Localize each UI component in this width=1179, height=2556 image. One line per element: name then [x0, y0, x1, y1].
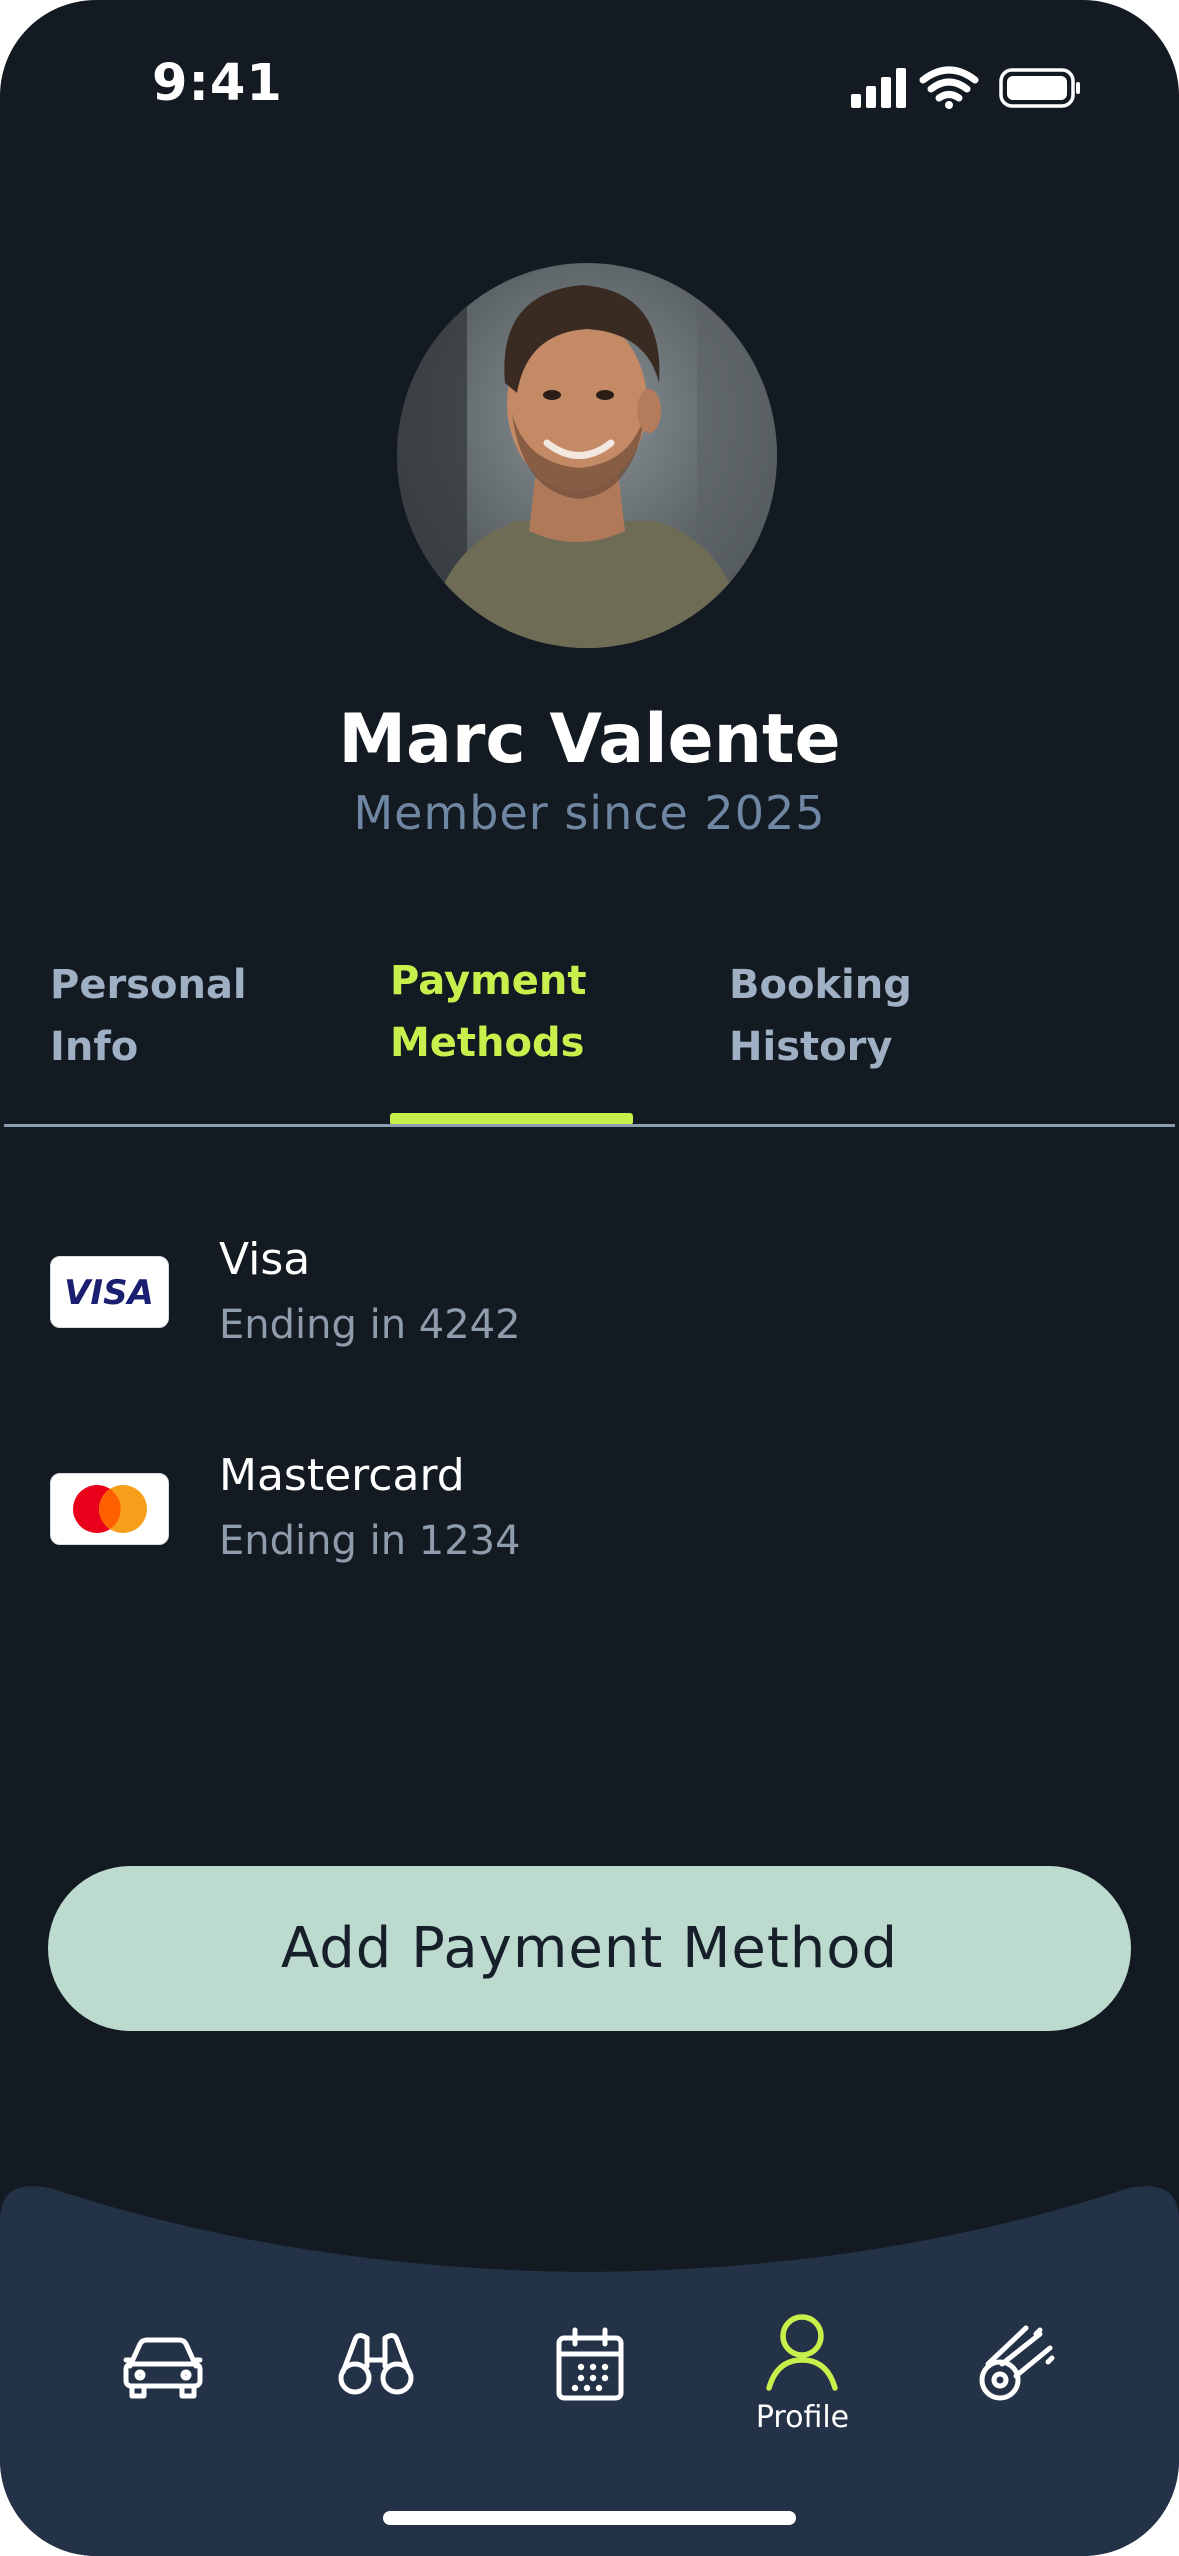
avatar — [397, 263, 777, 648]
battery-icon — [999, 68, 1080, 108]
status-time: 9:41 — [152, 54, 283, 113]
tab-label-line1: Booking — [729, 962, 912, 1008]
status-bar: 9:41 — [0, 0, 1179, 170]
tab-label-line1: Payment — [390, 958, 587, 1004]
wifi-icon — [919, 66, 979, 109]
tab-label-line2: History — [729, 1024, 893, 1070]
mastercard-logo — [50, 1473, 169, 1545]
binoculars-icon[interactable] — [331, 2320, 421, 2410]
profile-icon[interactable] — [757, 2306, 847, 2396]
card-ending: Ending in 1234 — [219, 1518, 521, 1564]
profile-tabs: Personal Info Payment Methods Booking Hi… — [0, 940, 1179, 1125]
payment-method-mastercard[interactable]: Mastercard Ending in 1234 — [0, 1450, 1179, 1590]
add-payment-method-button[interactable]: Add Payment Method — [48, 1866, 1131, 2031]
meteor-icon[interactable] — [970, 2320, 1060, 2410]
visa-logo: VISA — [50, 1256, 169, 1328]
tab-personal-info[interactable]: Personal Info — [50, 954, 300, 1078]
car-icon[interactable] — [118, 2320, 208, 2410]
card-name: Visa — [219, 1234, 311, 1285]
home-indicator — [383, 2511, 796, 2525]
status-icons — [851, 66, 1080, 109]
profile-name: Marc Valente — [338, 700, 841, 779]
tab-divider — [4, 1124, 1175, 1127]
card-ending: Ending in 4242 — [219, 1302, 521, 1348]
payment-method-visa[interactable]: VISA Visa Ending in 4242 — [0, 1234, 1179, 1374]
visa-wordmark: VISA — [64, 1273, 154, 1313]
app-screen: 9:41 Marc Valente Member since 2025 Pers… — [0, 0, 1179, 2556]
tab-payment-methods[interactable]: Payment Methods — [390, 950, 640, 1074]
calendar-icon[interactable] — [545, 2320, 635, 2410]
tab-label-line2: Info — [50, 1024, 139, 1070]
signal-icon — [851, 68, 906, 108]
nav-profile-label[interactable]: Profile — [740, 2400, 865, 2435]
tab-booking-history[interactable]: Booking History — [729, 954, 979, 1078]
member-since-label: Member since 2025 — [353, 786, 826, 840]
tab-label-line2: Methods — [390, 1020, 585, 1066]
tab-label-line1: Personal — [50, 962, 247, 1008]
card-name: Mastercard — [219, 1450, 465, 1501]
